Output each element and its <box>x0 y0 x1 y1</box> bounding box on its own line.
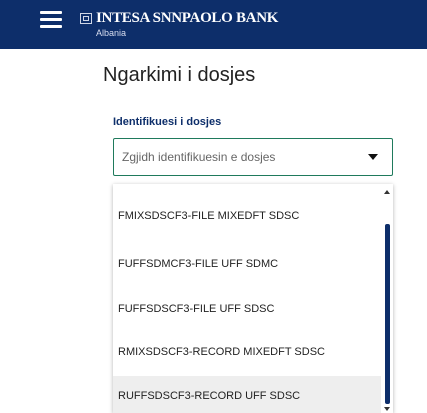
menu-icon-bar <box>40 18 62 21</box>
scroll-up-arrow-icon[interactable] <box>384 190 390 194</box>
bank-logo-icon <box>80 13 92 24</box>
option-label: FUFFSDMCF3-FILE UFF SDMC <box>118 258 279 270</box>
dropdown-option[interactable]: RMIXSDSCF3-RECORD MIXEDFT SDSC <box>113 332 381 376</box>
dropdown-scrollbar[interactable] <box>381 184 393 413</box>
page-title: Ngarkimi i dosjes <box>103 64 256 86</box>
app-header: INTESA SNNPAOLO BANK Albania <box>0 0 427 49</box>
dropdown-option[interactable]: FMIXSDSCF3-FILE MIXEDFT SDSC <box>113 196 381 240</box>
brand-subtitle: Albania <box>96 28 127 38</box>
file-identifier-dropdown: FMIXSDSCF3-FILE MIXEDFT SDSC FUFFSDMCF3-… <box>113 184 393 413</box>
brand-name: INTESA SNNPAOLO BANK <box>96 10 279 26</box>
dropdown-option-highlighted[interactable]: RUFFSDSCF3-RECORD UFF SDSC <box>113 376 381 413</box>
scrollbar-thumb[interactable] <box>385 224 390 404</box>
file-identifier-label: Identifikuesi i dosjes <box>113 116 222 128</box>
menu-icon-bar <box>40 11 62 14</box>
menu-icon-bar <box>40 25 62 28</box>
option-label: FMIXSDSCF3-FILE MIXEDFT SDSC <box>118 210 300 222</box>
option-label: RMIXSDSCF3-RECORD MIXEDFT SDSC <box>118 346 325 358</box>
option-label: FUFFSDSCF3-FILE UFF SDSC <box>118 303 275 315</box>
select-placeholder: Zgjidh identifikuesin e dosjes <box>122 150 276 164</box>
scroll-down-arrow-icon[interactable] <box>384 407 390 411</box>
dropdown-option[interactable]: FUFFSDSCF3-FILE UFF SDSC <box>113 289 381 333</box>
menu-icon[interactable] <box>40 10 62 28</box>
file-identifier-select[interactable]: Zgjidh identifikuesin e dosjes <box>113 138 393 176</box>
dropdown-option[interactable]: FUFFSDMCF3-FILE UFF SDMC <box>113 244 381 288</box>
caret-down-icon <box>368 154 378 160</box>
option-label: RUFFSDSCF3-RECORD UFF SDSC <box>118 390 301 402</box>
